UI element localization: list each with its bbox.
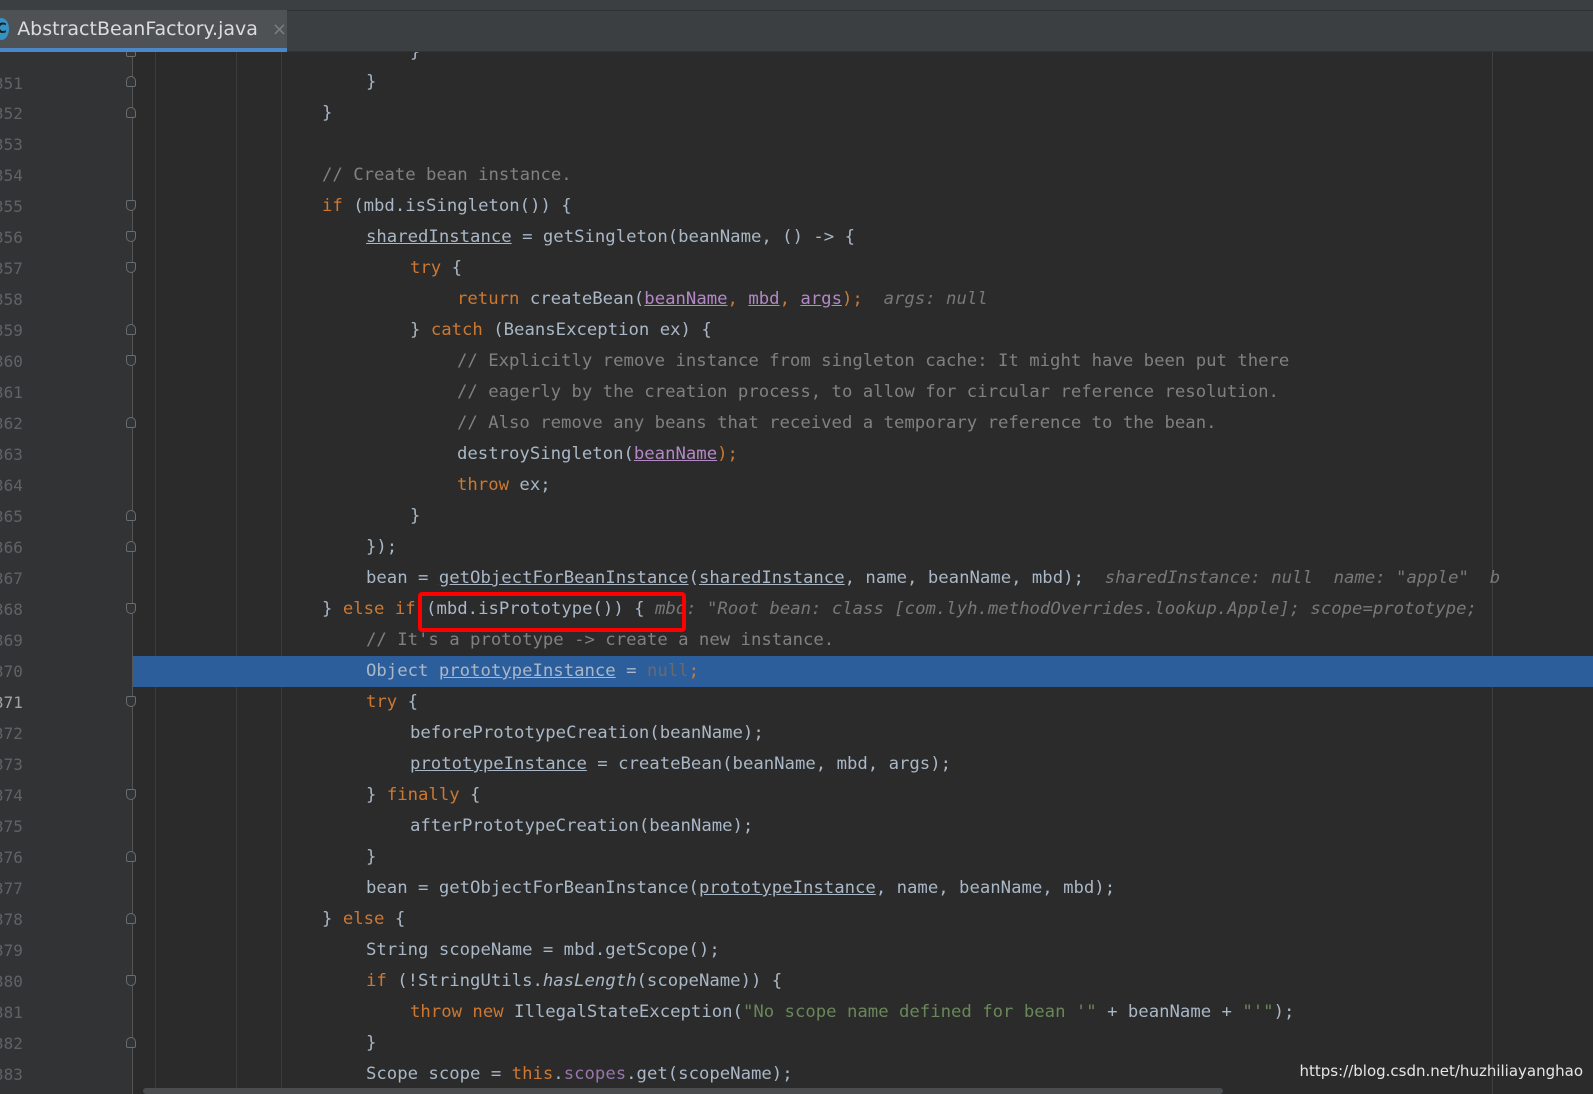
code-line[interactable]: 355 // Create bean instance. (0, 160, 1593, 216)
code-line-gutter: 371 (0, 656, 133, 712)
fold-marker-icon[interactable] (126, 76, 136, 87)
code-line[interactable]: 362 // eagerly by the creation process, … (0, 377, 1593, 433)
code-line[interactable]: 360 } catch (BeansException ex) { (0, 315, 1593, 371)
code-line[interactable]: 370 // It's a prototype -> create a new … (0, 625, 1593, 681)
code-line[interactable]: 353 } (0, 98, 1593, 154)
fold-marker-icon[interactable] (126, 200, 136, 211)
current-execution-line[interactable]: Object prototypeInstance = null; (133, 656, 1593, 688)
code-line[interactable]: 366 } (0, 501, 1593, 557)
code-line[interactable]: 372 try { (0, 687, 1593, 743)
fold-marker-icon[interactable] (126, 510, 136, 521)
code-line[interactable]: 381 if (!StringUtils.hasLength(scopeName… (0, 966, 1593, 1022)
fold-marker-icon[interactable] (126, 975, 136, 986)
code-line[interactable]: 368 bean = getObjectForBeanInstance(shar… (0, 563, 1593, 619)
annotation-red-box (418, 592, 686, 632)
code-line[interactable]: 357 sharedInstance = getSingleton(beanNa… (0, 222, 1593, 278)
code-line[interactable]: 382 throw new IllegalStateException("No … (0, 997, 1593, 1053)
fold-marker-icon[interactable] (126, 696, 136, 707)
code-line[interactable]: 364 destroySingleton(beanName); (0, 439, 1593, 495)
watermark: https://blog.csdn.net/huzhiliayanghao (1299, 1062, 1583, 1080)
code-line[interactable]: 356 if (mbd.isSingleton()) { (0, 191, 1593, 247)
code-line[interactable]: 358 try { (0, 253, 1593, 309)
fold-marker-icon[interactable] (126, 262, 136, 273)
code-line[interactable]: 383 } (0, 1028, 1593, 1084)
code-editor[interactable]: 351 } 352 } 353 } 354 355 // Create bean… (0, 52, 1593, 1094)
debug-inline-value: sharedInstance: null name: "apple" b (1104, 568, 1501, 588)
code-line[interactable]: 354 (0, 129, 1593, 185)
debug-inline-value: mbd: "Root bean: class [com.lyh.methodOv… (654, 599, 1477, 619)
code-line[interactable]: 367 }); (0, 532, 1593, 588)
code-line[interactable]: 369 } else if (mbd.isPrototype()) { mbd:… (0, 594, 1593, 650)
code-line[interactable]: 377 } (0, 842, 1593, 898)
debug-inline-value: args: null (883, 289, 988, 309)
fold-marker-icon[interactable] (126, 603, 136, 614)
code-line[interactable]: 380 String scopeName = mbd.getScope(); (0, 935, 1593, 991)
code-line[interactable]: 363 // Also remove any beans that receiv… (0, 408, 1593, 464)
code-line[interactable]: 374 prototypeInstance = createBean(beanN… (0, 749, 1593, 805)
code-line[interactable]: 352 } (0, 67, 1593, 123)
fold-marker-icon[interactable] (126, 851, 136, 862)
fold-marker-icon[interactable] (126, 324, 136, 335)
fold-marker-icon[interactable] (126, 231, 136, 242)
code-line[interactable]: 365 throw ex; (0, 470, 1593, 526)
tab-filename: AbstractBeanFactory.java (17, 18, 258, 40)
code-line[interactable]: 373 beforePrototypeCreation(beanName); (0, 718, 1593, 774)
fold-marker-icon[interactable] (126, 789, 136, 800)
fold-marker-icon[interactable] (126, 355, 136, 366)
fold-marker-icon[interactable] (126, 1037, 136, 1048)
code-line[interactable]: 375 } finally { (0, 780, 1593, 836)
fold-marker-icon[interactable] (126, 541, 136, 552)
code-line[interactable]: 376 afterPrototypeCreation(beanName); (0, 811, 1593, 867)
fold-marker-icon[interactable] (126, 913, 136, 924)
horizontal-scrollbar[interactable] (143, 1088, 1223, 1094)
code-line[interactable]: 359 return createBean(beanName, mbd, arg… (0, 284, 1593, 340)
java-class-icon: C (0, 18, 10, 40)
code-line[interactable]: 379 } else { (0, 904, 1593, 960)
code-line[interactable]: 351 } (0, 52, 1593, 93)
editor-tab-bar: C AbstractBeanFactory.java × (0, 0, 1593, 52)
code-line[interactable]: 361 // Explicitly remove instance from s… (0, 346, 1593, 402)
fold-marker-icon[interactable] (126, 107, 136, 118)
code-line[interactable]: 378 bean = getObjectForBeanInstance(prot… (0, 873, 1593, 929)
fold-marker-icon[interactable] (126, 52, 136, 57)
tab-abstract-bean-factory[interactable]: C AbstractBeanFactory.java × (0, 10, 287, 52)
close-icon[interactable]: × (272, 19, 287, 40)
line-number: 384 (0, 1090, 30, 1094)
fold-marker-icon[interactable] (126, 417, 136, 428)
